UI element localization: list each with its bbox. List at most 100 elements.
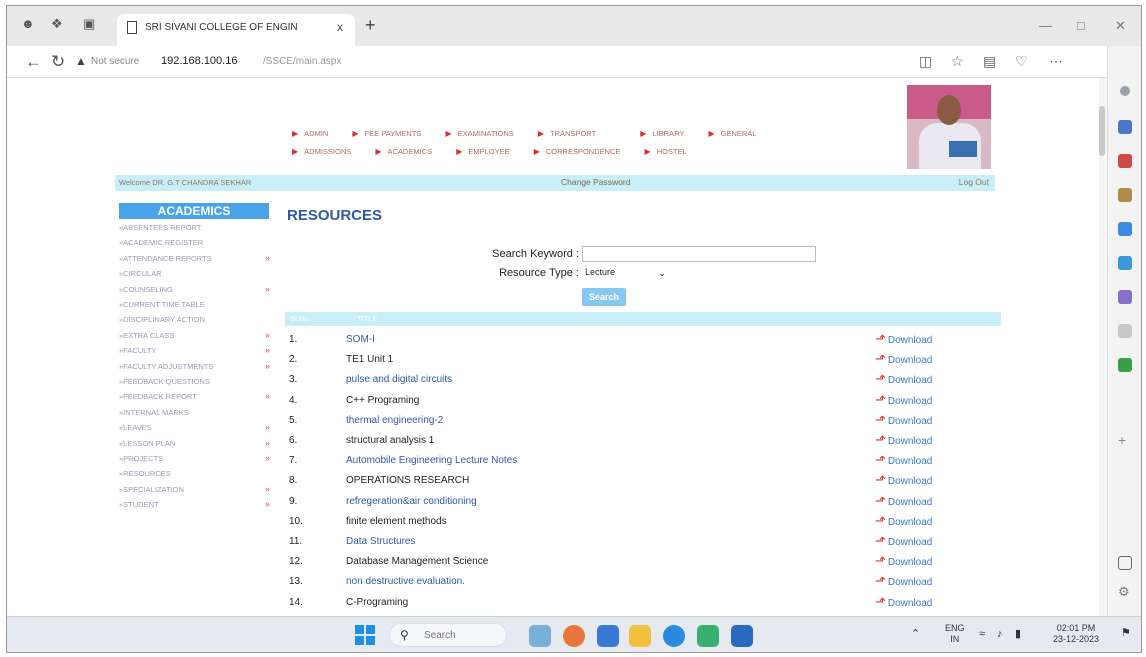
scrollbar-thumb[interactable] <box>1099 106 1105 156</box>
collections-icon[interactable]: ▤ <box>983 53 996 70</box>
more-menu-icon[interactable]: ⋯ <box>1049 53 1063 70</box>
add-icon[interactable]: + <box>1118 433 1132 448</box>
download-link[interactable]: ⬏ Download <box>875 392 932 408</box>
row-title[interactable]: Automobile Engineering Lecture Notes <box>346 455 517 466</box>
favorites-icon[interactable]: ☆ <box>951 53 964 70</box>
resource-type-select[interactable]: Lecture ⌄ <box>582 267 670 282</box>
download-link[interactable]: ⬏ Download <box>875 412 932 428</box>
sidebar-item[interactable]: LEAVES <box>119 423 152 432</box>
nav-library[interactable]: LIBRARY <box>640 129 684 138</box>
download-link[interactable]: ⬏ Download <box>875 331 932 347</box>
tab-active[interactable]: SRI SIVANI COLLEGE OF ENGIN x <box>117 14 355 46</box>
sidebar-item[interactable]: ABSENTEES REPORT <box>119 223 201 232</box>
sidebar-item[interactable]: FACULTY <box>119 346 156 355</box>
language-indicator[interactable]: ENG IN <box>945 623 965 645</box>
office-icon[interactable] <box>1118 222 1132 236</box>
extensions-icon[interactable]: ♡ <box>1015 53 1028 70</box>
settings-icon[interactable]: ⚙ <box>1118 585 1132 600</box>
nav-employee[interactable]: EMPLOYEE <box>456 147 509 156</box>
row-title[interactable]: Data Structures <box>346 536 415 547</box>
photos-icon[interactable] <box>597 625 619 647</box>
download-link[interactable]: ⬏ Download <box>875 351 932 367</box>
nav-academics[interactable]: ACADEMICS <box>375 147 433 156</box>
back-icon[interactable]: ← <box>25 52 42 72</box>
workspaces-icon[interactable]: ❖ <box>51 16 63 32</box>
minimize-icon[interactable]: — <box>1039 18 1052 33</box>
sidebar-item[interactable]: ACADEMIC REGISTER <box>119 238 203 247</box>
sidebar-item[interactable]: CURRENT TIME TABLE <box>119 300 205 309</box>
download-link[interactable]: ⬏ Download <box>875 533 932 549</box>
windows-start-icon[interactable] <box>355 625 375 645</box>
row-title[interactable]: C-Programing <box>346 597 408 608</box>
row-title[interactable]: non destructive evaluation. <box>346 576 465 587</box>
window-close-icon[interactable]: ✕ <box>1115 18 1126 34</box>
search-keyword-input[interactable] <box>582 246 816 262</box>
profile-icon[interactable]: ☻ <box>21 16 35 31</box>
games-icon[interactable] <box>1118 290 1132 304</box>
nav-transport[interactable]: TRANSPORT <box>538 129 596 138</box>
sidebar-item[interactable]: RESOURCES <box>119 469 171 478</box>
sidebar-item[interactable]: FEEDBACK REPORT <box>119 392 197 401</box>
row-title[interactable]: thermal engineering-2 <box>346 415 443 426</box>
sidebar-item[interactable]: DISCIPLINARY ACTION <box>119 315 205 324</box>
sidebar-item[interactable]: INTERNAL MARKS <box>119 408 189 417</box>
chrome-icon[interactable] <box>563 625 585 647</box>
nav-correspondence[interactable]: CORRESPONDENCE <box>534 147 621 156</box>
download-link[interactable]: ⬏ Download <box>875 493 932 509</box>
nav-admissions[interactable]: ADMISSIONS <box>292 147 351 156</box>
download-link[interactable]: ⬏ Download <box>875 513 932 529</box>
sidebar-item[interactable]: FACULTY ADJUSTMENTS <box>119 362 213 371</box>
weather-app-icon[interactable] <box>529 625 551 647</box>
download-link[interactable]: ⬏ Download <box>875 371 932 387</box>
row-title[interactable]: SOM-I <box>346 334 375 345</box>
download-link[interactable]: ⬏ Download <box>875 472 932 488</box>
outlook-icon[interactable] <box>1118 256 1132 270</box>
url-bar[interactable]: ▲ Not secure 192.168.100.16 /SSCE/main.a… <box>73 51 893 73</box>
store-icon[interactable] <box>697 625 719 647</box>
nav-general[interactable]: GENERAL <box>708 129 757 138</box>
download-link[interactable]: ⬏ Download <box>875 573 932 589</box>
row-title[interactable]: finite element methods <box>346 516 447 527</box>
change-password-link[interactable]: Change Password <box>561 177 630 187</box>
file-explorer-icon[interactable] <box>629 625 651 647</box>
sidebar-item[interactable]: FEEDBACK QUESTIONS <box>119 377 210 386</box>
app-icon[interactable] <box>731 625 753 647</box>
sidebar-item[interactable]: STUDENT <box>119 500 158 509</box>
sidebar-item[interactable]: COUNSELING <box>119 285 173 294</box>
row-title[interactable]: C++ Programing <box>346 395 419 406</box>
tools-icon[interactable] <box>1118 188 1132 202</box>
nav-hostel[interactable]: HOSTEL <box>645 147 687 156</box>
wifi-icon[interactable]: ≈ <box>979 629 985 640</box>
refresh-icon[interactable]: ↻ <box>51 52 65 72</box>
volume-icon[interactable]: ♪ <box>997 629 1003 640</box>
drop-icon[interactable] <box>1118 324 1132 338</box>
clock[interactable]: 02:01 PM 23-12-2023 <box>1053 623 1099 645</box>
row-title[interactable]: Database Management Science <box>346 556 488 567</box>
sidebar-item[interactable]: PROJECTS <box>119 454 163 463</box>
row-title[interactable]: pulse and digital circuits <box>346 374 452 385</box>
taskbar-search[interactable]: ⚲ Search <box>389 623 507 647</box>
sidebar-toggle-icon[interactable] <box>1118 556 1132 570</box>
nav-examinations[interactable]: EXAMINATIONS <box>446 129 514 138</box>
warning-icon[interactable]: ▲ <box>75 54 87 68</box>
search-icon[interactable] <box>1120 86 1130 96</box>
row-title[interactable]: refregeration&air conditioning <box>346 496 477 507</box>
maximize-icon[interactable]: □ <box>1077 18 1085 33</box>
tab-close-icon[interactable]: x <box>337 20 343 34</box>
shopping-icon[interactable] <box>1118 154 1132 168</box>
sidebar-item[interactable]: SPECIALIZATION <box>119 485 184 494</box>
download-link[interactable]: ⬏ Download <box>875 432 932 448</box>
new-tab-button[interactable]: + <box>365 15 376 36</box>
nav-admin[interactable]: ADMIN <box>292 129 328 138</box>
sidebar-item[interactable]: CIRCULAR <box>119 269 161 278</box>
edge-icon[interactable] <box>663 625 685 647</box>
row-title[interactable]: TE1 Unit 1 <box>346 354 393 365</box>
sidebar-item[interactable]: ATTENDANCE REPORTS <box>119 254 211 263</box>
tree-icon[interactable] <box>1118 358 1132 372</box>
row-title[interactable]: OPERATIONS RESEARCH <box>346 475 469 486</box>
logout-link[interactable]: Log Out <box>959 177 989 187</box>
copilot-icon[interactable] <box>1118 120 1132 134</box>
download-link[interactable]: ⬏ Download <box>875 594 932 610</box>
sidebar-item[interactable]: EXTRA CLASS <box>119 331 174 340</box>
tab-actions-icon[interactable]: ▣ <box>83 16 95 32</box>
